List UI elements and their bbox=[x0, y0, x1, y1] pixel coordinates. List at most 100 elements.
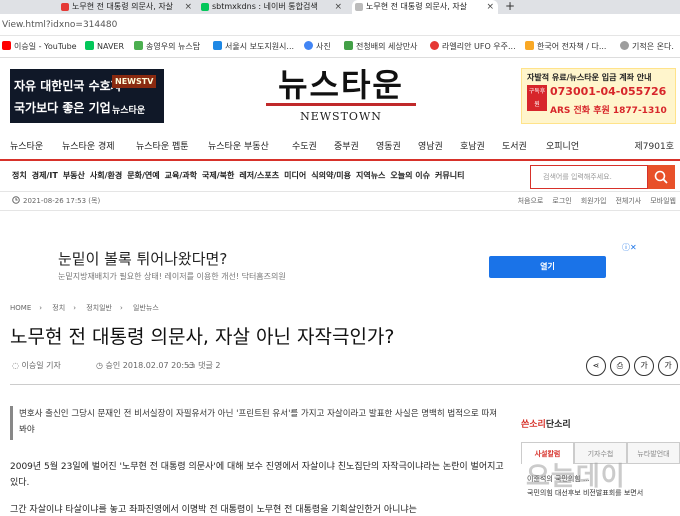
bookmark-icon bbox=[430, 41, 439, 50]
category-item[interactable]: 경제/IT bbox=[32, 171, 58, 180]
address-url: View.html?idxno=314480 bbox=[2, 20, 118, 30]
category-item[interactable]: 문화/연예 bbox=[127, 171, 159, 180]
bookmarks-bar: 이승일 - YouTube NAVER 송영우의 뉴스탑 서울시 보도지원시..… bbox=[0, 36, 680, 58]
search-input[interactable]: 검색어를 입력해주세요. bbox=[530, 165, 648, 189]
clock-icon: ◷ bbox=[96, 361, 106, 370]
approved-date: ◷ 승인 2018.02.07 20:53 bbox=[96, 361, 195, 370]
ad-open-button[interactable]: 열기 bbox=[489, 256, 606, 278]
bookmark-icon bbox=[134, 41, 143, 50]
ars-phone: ARS 전화 후원 1877-1310 bbox=[550, 106, 667, 116]
nav-item[interactable]: 뉴스타운 펩툰 bbox=[136, 138, 189, 156]
category-item[interactable]: 지역뉴스 bbox=[356, 171, 385, 180]
address-bar[interactable]: View.html?idxno=314480 bbox=[0, 14, 680, 36]
breadcrumb-item[interactable]: 정치일반 bbox=[86, 304, 112, 312]
user-icon: ◌ bbox=[12, 361, 22, 370]
bookmark-item[interactable]: NAVER bbox=[85, 36, 124, 57]
bookmark-item[interactable]: 전청배의 세상만사 bbox=[344, 36, 417, 57]
category-item[interactable]: 부동산 bbox=[63, 171, 85, 180]
naver-favicon-icon bbox=[201, 3, 209, 11]
link-all-articles[interactable]: 전체기사 bbox=[615, 197, 641, 205]
search-icon bbox=[654, 170, 668, 184]
nav-item[interactable]: 중부권 bbox=[334, 138, 359, 156]
nav-item[interactable]: 오피니언 bbox=[546, 138, 579, 156]
category-nav: 정치 경제/IT 부동산 사회/환경 문화/연예 교육/과학 국제/북한 레저/스포츠 미디어 식… bbox=[0, 159, 680, 191]
bookmark-item[interactable]: 사진 bbox=[304, 36, 331, 57]
nav-item[interactable]: 뉴스타운 부동산 bbox=[208, 138, 269, 156]
ad-subtext: 눈밑지방재배치가 필요한 상태! 레이저를 이용한 개선! 닥터홈즈의원 bbox=[58, 272, 286, 281]
search-button[interactable] bbox=[648, 165, 675, 189]
print-button[interactable]: ⎙ bbox=[610, 356, 630, 376]
category-item[interactable]: 레저/스포츠 bbox=[239, 171, 279, 180]
tab-label: sbtmxkdns : 네이버 통합검색 bbox=[212, 2, 318, 11]
youtube-icon bbox=[2, 41, 11, 50]
comment-count[interactable]: ▭ 댓글 2 bbox=[188, 360, 220, 371]
ad-info-icon[interactable]: ⓘ✕ bbox=[622, 242, 637, 253]
new-tab-button[interactable]: + bbox=[505, 0, 515, 13]
bookmark-icon bbox=[213, 41, 222, 50]
category-item[interactable]: 국제/북한 bbox=[202, 171, 234, 180]
site-favicon-icon bbox=[61, 3, 69, 11]
category-item[interactable]: 미디어 bbox=[284, 171, 306, 180]
current-date: 2021-08-26 17:53 (목) bbox=[12, 192, 100, 210]
web-page: 자유 대한민국 수호자 국가보다 좋은 기업 NEWSTV 뉴스타운 뉴스타운 … bbox=[0, 58, 680, 516]
breadcrumb-item[interactable]: 정치 bbox=[52, 304, 65, 312]
category-item[interactable]: 식의약/미용 bbox=[311, 171, 351, 180]
breadcrumb-item[interactable]: 일반뉴스 bbox=[133, 304, 159, 312]
nav-item[interactable]: 도서권 bbox=[502, 138, 527, 156]
divider bbox=[10, 384, 680, 385]
close-tab-icon[interactable]: × bbox=[184, 0, 192, 14]
category-item[interactable]: 교육/과학 bbox=[165, 171, 197, 180]
bookmark-item[interactable]: 라엘리안 UFO 우주... bbox=[430, 36, 516, 57]
browser-tab-1[interactable]: 노무현 전 대통령 의문사, 자살 × bbox=[58, 0, 196, 14]
nav-item[interactable]: 영남권 bbox=[418, 138, 443, 156]
category-item[interactable]: 커뮤니티 bbox=[435, 171, 464, 180]
bookmark-item[interactable]: 서울시 보도지원시... bbox=[213, 36, 294, 57]
nav-item[interactable]: 수도권 bbox=[292, 138, 317, 156]
newstv-badge: NEWSTV bbox=[112, 75, 157, 88]
bookmark-item[interactable]: 기적은 온다. bbox=[620, 36, 674, 57]
article-headline: 노무현 전 대통령 의문사, 자살 아닌 자작극인가? bbox=[10, 326, 395, 348]
logo-underline bbox=[266, 103, 416, 106]
tab-forum[interactable]: 뉴타발언대 bbox=[627, 442, 680, 464]
category-item[interactable]: 오늘의 이슈 bbox=[390, 171, 430, 180]
account-number: 073001-04-055726 bbox=[550, 85, 667, 98]
globe-icon bbox=[620, 41, 629, 50]
advertisement[interactable]: 눈밑이 볼록 튀어나왔다면? 눈밑지방재배치가 필요한 상태! 레이저를 이용한… bbox=[42, 242, 668, 292]
bookmark-item[interactable]: 한국어 전자책 / 다... bbox=[525, 36, 606, 57]
link-home[interactable]: 처음으로 bbox=[518, 197, 544, 205]
category-item[interactable]: 사회/환경 bbox=[90, 171, 122, 180]
nav-item[interactable]: 영동권 bbox=[376, 138, 401, 156]
browser-tab-3-active[interactable]: 노무현 전 대통령 의문사, 자살 × bbox=[352, 0, 498, 14]
nav-item[interactable]: 호남권 bbox=[460, 138, 485, 156]
nav-item[interactable]: 뉴스타운 bbox=[10, 138, 43, 156]
share-button[interactable]: ⋖ bbox=[586, 356, 606, 376]
tab-label: 노무현 전 대통령 의문사, 자살 bbox=[72, 2, 174, 11]
link-login[interactable]: 로그인 bbox=[552, 197, 571, 205]
promo-banner-left[interactable]: 자유 대한민국 수호자 국가보다 좋은 기업 NEWSTV 뉴스타운 bbox=[10, 69, 164, 123]
close-tab-icon[interactable]: × bbox=[334, 0, 342, 14]
link-signup[interactable]: 회원가입 bbox=[581, 197, 607, 205]
issue-number: 제7901호 bbox=[634, 142, 674, 152]
close-tab-icon[interactable]: × bbox=[486, 0, 494, 14]
breadcrumb-item[interactable]: HOME bbox=[10, 304, 31, 312]
donation-banner[interactable]: 자발적 유료/뉴스타운 입금 계좌 안내 구독후원 073001-04-0557… bbox=[521, 68, 676, 124]
page-favicon-icon bbox=[355, 3, 363, 11]
breadcrumb: HOME › 정치 › 정치일반 › 일반뉴스 bbox=[10, 304, 159, 312]
nav-item[interactable]: 뉴스타운 경제 bbox=[62, 138, 115, 156]
author: ◌ 이승일 기자 bbox=[12, 361, 61, 370]
browser-tab-bar: 노무현 전 대통령 의문사, 자살 × sbtmxkdns : 네이버 통합검색… bbox=[0, 0, 680, 14]
category-item[interactable]: 정치 bbox=[12, 171, 27, 180]
font-up-icon: 가 bbox=[664, 361, 672, 370]
browser-tab-2[interactable]: sbtmxkdns : 네이버 통합검색 × bbox=[198, 0, 346, 14]
font-size-button[interactable]: 가 bbox=[634, 356, 654, 376]
font-size-up-button[interactable]: 가 bbox=[658, 356, 678, 376]
print-icon: ⎙ bbox=[616, 361, 624, 370]
ad-headline: 눈밑이 볼록 튀어나왔다면? bbox=[58, 250, 228, 268]
bookmark-item[interactable]: 이승일 - YouTube bbox=[2, 36, 77, 57]
bookmark-icon bbox=[344, 41, 353, 50]
bookmark-item[interactable]: 송영우의 뉴스탑 bbox=[134, 36, 200, 57]
naver-icon bbox=[85, 41, 94, 50]
link-mobile-web[interactable]: 모바일웹 bbox=[650, 197, 676, 205]
site-logo[interactable]: 뉴스타운 NEWSTOWN bbox=[266, 66, 416, 124]
top-meta-bar: 2021-08-26 17:53 (목) 처음으로 로그인 회원가입 전체기사 모바일웹 bbox=[0, 191, 680, 211]
